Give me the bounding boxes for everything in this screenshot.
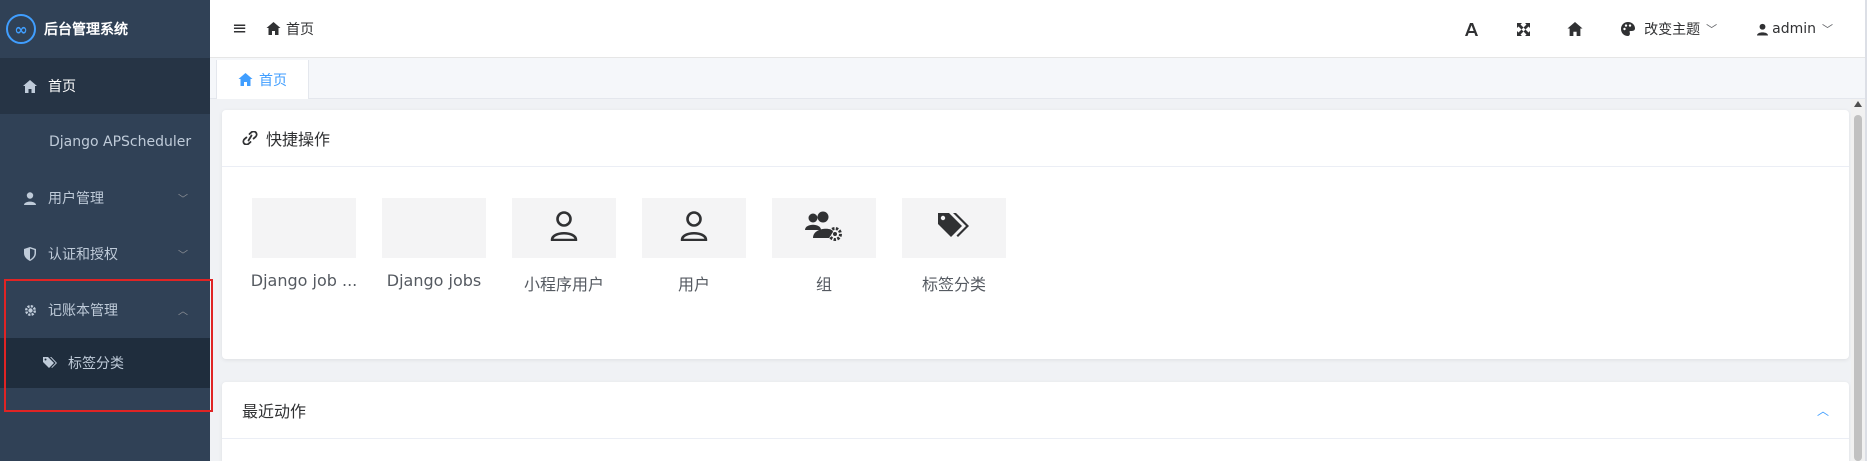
shortcut-icon-box[interactable]: [902, 198, 1006, 258]
breadcrumb-label[interactable]: 首页: [286, 19, 314, 39]
infinity-logo-icon: ∞: [6, 14, 36, 44]
home-icon: [266, 22, 281, 35]
shield-icon: [22, 246, 38, 262]
home-icon[interactable]: [1549, 22, 1601, 36]
tags-icon: [938, 213, 970, 243]
breadcrumb: 首页: [266, 19, 314, 39]
user-outline-icon: [550, 211, 578, 245]
shortcut-label: 组: [815, 275, 832, 294]
sidebar-subitem-tags[interactable]: 标签分类: [0, 338, 210, 388]
tab-home[interactable]: 首页: [216, 60, 309, 99]
user-icon: [22, 190, 38, 206]
sidebar-item-auth[interactable]: 认证和授权 ﹀: [0, 226, 210, 282]
recent-actions-header[interactable]: 最近动作 ︿: [222, 382, 1849, 439]
shortcut-label: 小程序用户: [523, 275, 604, 294]
card-title: 快捷操作: [266, 130, 331, 149]
vertical-scrollbar[interactable]: [1851, 99, 1865, 461]
scroll-up-arrow-icon[interactable]: [1854, 101, 1862, 107]
app-title: 后台管理系统: [44, 22, 128, 38]
shortcut-icon-box[interactable]: [772, 198, 876, 258]
shortcut-users[interactable]: 用户: [642, 198, 746, 295]
user-outline-icon: [680, 211, 708, 245]
sidebar-item-home[interactable]: 首页: [0, 58, 210, 114]
chevron-down-icon: ﹀: [178, 250, 188, 262]
sidebar-item-label: 记账本管理: [48, 303, 118, 319]
username: admin: [1772, 21, 1816, 37]
shortcut-icon-box[interactable]: [382, 198, 486, 258]
fullscreen-icon[interactable]: [1497, 22, 1549, 36]
shortcut-groups[interactable]: 组: [772, 198, 876, 295]
chevron-up-icon[interactable]: ︿: [1817, 402, 1829, 419]
sidebar-subitem-label: 标签分类: [68, 356, 124, 372]
shortcut-label: Django job ...: [250, 271, 358, 290]
chevron-down-icon: ﹀: [1822, 23, 1833, 36]
main-content: 快捷操作 Django job ... Django jobs 小程序用户 用户…: [210, 99, 1850, 461]
link-icon: [242, 131, 258, 145]
gear-icon: [22, 302, 38, 318]
user-menu[interactable]: admin ﹀: [1757, 21, 1833, 37]
quick-ops-card: 快捷操作 Django job ... Django jobs 小程序用户 用户…: [222, 110, 1849, 359]
tabs-bar: 首页: [210, 58, 1867, 99]
home-icon: [22, 78, 38, 94]
sidebar: ∞ 后台管理系统 首页 Django APScheduler 用户管理 ﹀ 认证…: [0, 0, 213, 461]
shortcut-icon-box[interactable]: [642, 198, 746, 258]
shortcut-django-job-executions[interactable]: Django job ...: [250, 198, 358, 295]
shortcut-icon-box[interactable]: [252, 198, 356, 258]
user-icon: [1757, 23, 1769, 36]
chevron-down-icon: ﹀: [178, 194, 188, 206]
top-header: ≡ 首页 改变主题 ﹀ admin ﹀: [210, 0, 1867, 58]
home-icon: [238, 73, 253, 86]
sidebar-item-label: 认证和授权: [48, 247, 118, 263]
palette-icon: [1621, 22, 1636, 36]
sidebar-item-label: Django APScheduler: [49, 134, 192, 150]
card-title: 最近动作: [242, 402, 307, 421]
header-actions: 改变主题 ﹀ admin ﹀: [1445, 0, 1867, 58]
shortcut-label: 标签分类: [921, 275, 986, 294]
chevron-down-icon: ﹀: [1706, 23, 1718, 36]
scrollbar-thumb[interactable]: [1854, 115, 1862, 461]
sidebar-item-label: 用户管理: [48, 191, 104, 207]
shortcut-label: 用户: [677, 275, 710, 294]
tab-label: 首页: [259, 72, 287, 89]
shortcut-icon-box[interactable]: [512, 198, 616, 258]
theme-switcher[interactable]: 改变主题 ﹀: [1621, 19, 1717, 39]
chevron-up-icon: ︿: [178, 306, 188, 318]
sidebar-item-apscheduler[interactable]: Django APScheduler: [0, 114, 210, 170]
sidebar-item-ledger-management[interactable]: 记账本管理 ︿: [0, 282, 210, 338]
theme-label: 改变主题: [1644, 22, 1701, 38]
shortcut-label: Django jobs: [386, 271, 482, 290]
tags-icon: [42, 355, 58, 371]
brand[interactable]: ∞ 后台管理系统: [0, 0, 210, 58]
font-size-icon[interactable]: [1445, 22, 1497, 36]
users-cog-icon: [805, 211, 843, 245]
sidebar-item-label: 首页: [48, 79, 76, 95]
shortcut-django-jobs[interactable]: Django jobs: [382, 198, 486, 295]
recent-actions-card: 最近动作 ︿: [222, 382, 1849, 461]
hamburger-menu-icon[interactable]: ≡: [232, 18, 250, 39]
shortcut-miniprogram-users[interactable]: 小程序用户: [512, 198, 616, 295]
sidebar-item-user-management[interactable]: 用户管理 ﹀: [0, 170, 210, 226]
shortcut-list: Django job ... Django jobs 小程序用户 用户 组 标签…: [250, 198, 1032, 295]
submenu-ledger: 标签分类: [0, 338, 210, 388]
quick-ops-header: 快捷操作: [222, 110, 1849, 167]
shortcut-tags[interactable]: 标签分类: [902, 198, 1006, 295]
